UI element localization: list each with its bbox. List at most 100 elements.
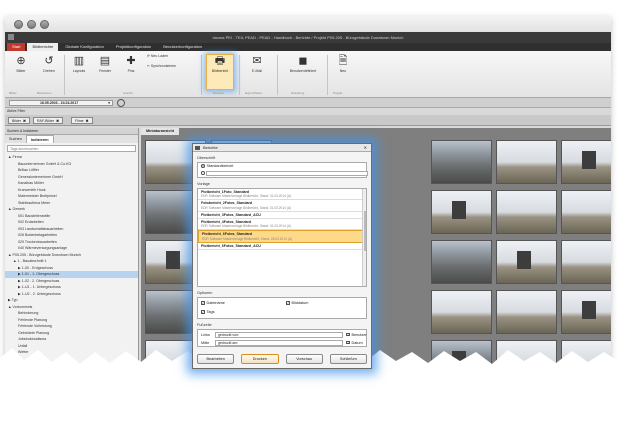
fenster-button[interactable]: ▤ Fenster (93, 55, 117, 73)
uberschrift-standard-option[interactable]: Standardbericht (198, 163, 366, 170)
template-item[interactable]: Fotobericht_2Fotos_Standard EDR Software … (198, 200, 366, 212)
option-dateiname[interactable]: ✓ Dateiname (201, 301, 225, 305)
option-bilddatum[interactable]: ✓ Bilddatum (286, 301, 308, 305)
ribbon-separator (64, 55, 65, 95)
scrollbar[interactable] (362, 189, 366, 286)
close-icon[interactable]: ✖ (56, 119, 59, 123)
photo-detail (582, 151, 596, 169)
maximize-window-button[interactable] (40, 20, 49, 29)
footer-box: Links gedruckt von: ✓ Benutzer Mitte gedr… (197, 329, 367, 347)
uberschrift-custom-input[interactable] (206, 171, 368, 176)
clock-icon[interactable] (117, 99, 125, 107)
vorschau-button[interactable]: Vorschau (285, 354, 323, 364)
title-bar: docma PEI - TEIL PEAD - PEAD - Handbuch … (5, 32, 611, 43)
group-label: Ansicht (123, 91, 133, 95)
close-icon[interactable]: ✕ (364, 144, 367, 152)
ribbon-tabs: Start Bildberichte Globale Konfiguration… (5, 43, 611, 51)
footer-mitte-input[interactable]: gedruckt am: (215, 340, 343, 346)
vorlage-label: Vorlage (197, 182, 210, 186)
ribbon: ⊕ Bilder ↺ Drehen ▥ Layouts ▤ Fenster ✚ … (5, 51, 611, 98)
tab-bildberichte[interactable]: Bildberichte (27, 43, 59, 51)
tab-start[interactable]: Start (7, 43, 26, 51)
tab-miniaturansicht[interactable]: Miniaturansicht (141, 128, 180, 135)
tab-projektkonfiguration[interactable]: Projektkonfiguration (111, 43, 156, 51)
checkbox[interactable]: ✓ (346, 332, 350, 337)
radio-button[interactable] (201, 164, 205, 168)
photo-thumbnail[interactable] (561, 290, 611, 334)
filter-chip-filme[interactable]: Filme ✖ (71, 117, 93, 124)
bilder-button[interactable]: ⊕ Bilder (9, 55, 33, 73)
template-item[interactable]: Plotbericht_6Fotos_Standard EDR Software … (198, 230, 366, 243)
layout-icon: ▥ (73, 55, 85, 67)
printer-icon (195, 146, 200, 150)
date-range-field[interactable]: 16.05.2003 - 24.04.2017 ▾ (9, 100, 113, 106)
tab-globale-konfiguration[interactable]: Globale Konfiguration (60, 43, 108, 51)
close-icon[interactable]: ✖ (86, 119, 89, 123)
uberschrift-label: Überschrift (197, 156, 216, 160)
drehen-button[interactable]: ↺ Drehen (37, 55, 61, 73)
group-label: Drucken (213, 91, 225, 95)
footer-datum-checkbox[interactable]: ✓ Datum (346, 341, 363, 345)
photo-thumbnail[interactable] (496, 190, 557, 234)
group-label: Erstellung (291, 91, 305, 95)
radio-button[interactable] (201, 171, 205, 175)
neu-laden-button[interactable]: ⟳ Neu Laden (147, 54, 187, 58)
photo-thumbnail[interactable] (431, 140, 492, 184)
photo-thumbnail[interactable] (561, 190, 611, 234)
photo-thumbnail[interactable] (496, 140, 557, 184)
template-list[interactable]: Plotbericht_1Foto_Standard EDR Software M… (197, 188, 367, 287)
tab-benutzerkonfiguration[interactable]: Benutzerkonfiguration (158, 43, 207, 51)
photo-thumbnail[interactable] (431, 190, 492, 234)
minimize-window-button[interactable] (27, 20, 36, 29)
new-doc-icon: 🗎 (338, 55, 348, 67)
uberschrift-box: Standardbericht (197, 162, 368, 178)
checkbox[interactable]: ✓ (286, 301, 290, 305)
pins-button[interactable]: ✚ Pins (119, 55, 143, 73)
close-icon[interactable]: ✖ (23, 119, 26, 123)
scrollbar-thumb[interactable] (363, 211, 366, 251)
bearbeiten-button[interactable]: Bearbeiten (197, 354, 235, 364)
template-name: Plotbericht_3Fotos_Standard_ACU (201, 212, 261, 217)
option-tags[interactable]: ✓ Tags (201, 310, 215, 314)
template-description: EDR Software Mastervorlage Bildbericht, … (202, 236, 293, 241)
filter-chip-raf[interactable]: RAF-Bilder ✖ (33, 117, 64, 124)
layouts-button[interactable]: ▥ Layouts (67, 55, 91, 73)
user-icon: ◼ (298, 55, 308, 67)
checkbox[interactable]: ✓ (201, 310, 205, 314)
filter-chip-bilder[interactable]: Bilder ✖ (8, 117, 30, 124)
optionen-label: Optionen (197, 291, 213, 295)
tab-indizieren[interactable]: Indizieren (25, 135, 54, 143)
checkbox[interactable]: ✓ (346, 340, 350, 345)
tab-suchen[interactable]: Suchen (5, 135, 26, 143)
checkbox[interactable]: ✓ (201, 301, 205, 305)
filter-label: Aktive Filter (7, 109, 26, 113)
photo-thumbnail[interactable] (561, 240, 611, 284)
benutzerdefiniert-button[interactable]: ◼ Benutzerdefiniert (283, 55, 323, 73)
template-item[interactable]: Plotbericht_3Fotos_Standard_ACU (198, 212, 366, 220)
schliessen-button[interactable]: Schließen (329, 354, 367, 364)
footer-links-input[interactable]: gedruckt von: (215, 332, 343, 338)
footer-benutzer-checkbox[interactable]: ✓ Benutzer (346, 333, 367, 337)
photo-thumbnail[interactable] (431, 290, 492, 334)
dialog-buttons: Bearbeiten Drucken Vorschau Schließen (197, 354, 367, 364)
bildbericht-button[interactable]: 🖶 Bildbericht (206, 54, 234, 90)
chevron-down-icon: ▾ (108, 101, 110, 105)
photo-thumbnail[interactable] (431, 240, 492, 284)
uberschrift-custom-option[interactable] (198, 170, 368, 177)
fusszeile-label: Fußzeile (197, 323, 212, 327)
template-item[interactable]: Plotbericht_4Fotos_Standard EDR Software … (198, 219, 366, 231)
photo-thumbnail[interactable] (496, 290, 557, 334)
photo-thumbnail[interactable] (496, 240, 557, 284)
neu-button[interactable]: 🗎 Neu (331, 55, 355, 73)
tag-search-input[interactable]: Tags durchsuchen (7, 145, 136, 152)
group-label: Export/Teilen (245, 91, 263, 95)
template-name: Plotbericht_6Fotos_Standard_ACU (201, 243, 261, 248)
photo-thumbnail[interactable] (561, 140, 611, 184)
close-window-button[interactable] (14, 20, 23, 29)
group-label: Bearbeiten (37, 91, 52, 95)
synchronisieren-button[interactable]: ✂ Synchronisieren (147, 64, 195, 68)
email-button[interactable]: ✉ E-Mail (245, 55, 269, 73)
template-item[interactable]: Plotbericht_1Foto_Standard EDR Software M… (198, 189, 366, 201)
drucken-button[interactable]: Drucken (241, 354, 279, 364)
template-item[interactable]: Plotbericht_6Fotos_Standard_ACU (198, 243, 366, 251)
